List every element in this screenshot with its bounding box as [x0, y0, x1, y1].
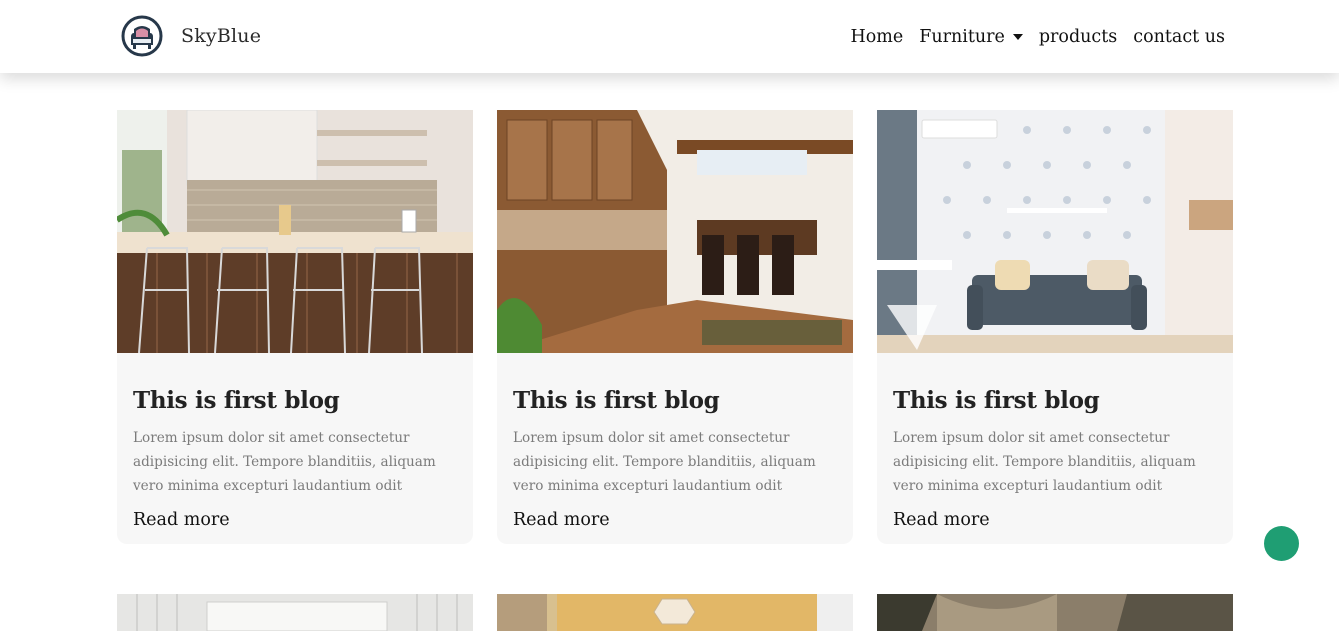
nav-links: Home Furniture products contact us — [850, 0, 1225, 73]
wood-kitchen-island-image — [497, 110, 853, 353]
blog-card-image-partial — [497, 594, 853, 631]
blog-card: This is first blog Lorem ipsum dolor sit… — [877, 110, 1233, 544]
card-body: This is first blog Lorem ipsum dolor sit… — [513, 387, 841, 498]
card-title: This is first blog — [893, 387, 1100, 414]
nav-contact-label: contact us — [1133, 26, 1225, 47]
kitchen-bar-stools-image — [117, 110, 473, 353]
navbar: SkyBlue Home Furniture products contact … — [0, 0, 1339, 73]
card-text: Lorem ipsum dolor sit amet consectetur a… — [513, 430, 816, 494]
caret-down-icon — [1012, 34, 1023, 40]
blog-card-image-partial — [877, 594, 1233, 631]
nav-home[interactable]: Home — [850, 27, 903, 47]
card-text: Lorem ipsum dolor sit amet consectetur a… — [133, 430, 436, 494]
read-more-link[interactable]: Read more — [133, 510, 230, 530]
brand[interactable]: SkyBlue — [121, 15, 261, 57]
nav-products-label: products — [1038, 26, 1118, 47]
read-more-link[interactable]: Read more — [513, 510, 610, 530]
blog-card: This is first blog Lorem ipsum dolor sit… — [117, 110, 473, 544]
armchair-logo-icon — [121, 15, 163, 57]
card-body: This is first blog Lorem ipsum dolor sit… — [893, 387, 1221, 498]
nav-furniture-dropdown[interactable]: Furniture — [919, 27, 1023, 47]
blog-card-image-partial — [117, 594, 473, 631]
nav-products[interactable]: products — [1039, 27, 1117, 47]
nav-home-label: Home — [850, 26, 904, 47]
card-text: Lorem ipsum dolor sit amet consectetur a… — [893, 430, 1196, 494]
blog-card: This is first blog Lorem ipsum dolor sit… — [497, 110, 853, 544]
living-room-sofa-image — [877, 110, 1233, 353]
card-title: This is first blog — [133, 387, 340, 414]
nav-contact-us[interactable]: contact us — [1133, 27, 1225, 47]
card-body: This is first blog Lorem ipsum dolor sit… — [133, 387, 461, 498]
read-more-link[interactable]: Read more — [893, 510, 990, 530]
circle-button-icon[interactable] — [1264, 526, 1299, 561]
nav-furniture-label: Furniture — [919, 26, 1005, 47]
card-title: This is first blog — [513, 387, 720, 414]
brand-name: SkyBlue — [181, 25, 262, 47]
